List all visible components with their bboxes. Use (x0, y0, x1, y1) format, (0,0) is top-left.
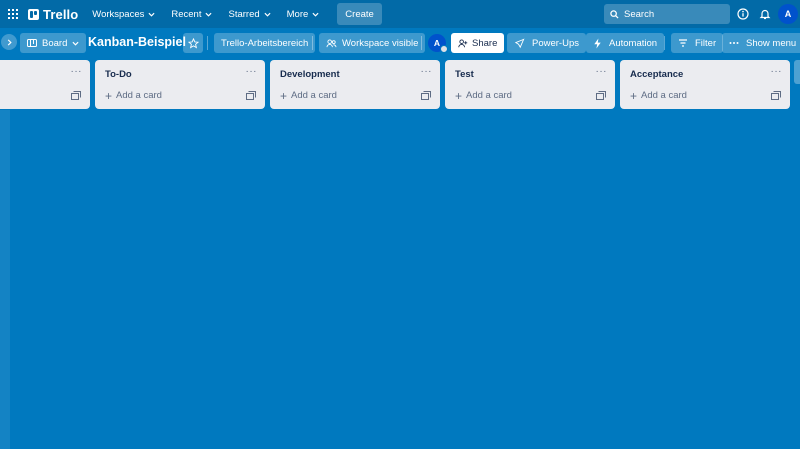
header-divider (421, 36, 422, 50)
filter-label: Filter (695, 37, 717, 49)
nav-recent[interactable]: Recent (165, 2, 218, 26)
board-view-label: Board (42, 37, 68, 49)
search-placeholder: Search (624, 8, 655, 20)
list-menu-icon[interactable]: ··· (421, 66, 433, 77)
nav-more-label: More (286, 8, 309, 20)
nav-workspaces-label: Workspaces (92, 8, 145, 20)
header-divider (664, 36, 665, 50)
logo-text: Trello (43, 6, 79, 22)
card-template-icon[interactable] (771, 91, 781, 100)
card-template-icon[interactable] (71, 91, 81, 100)
show-menu-button[interactable]: Show menu (722, 33, 800, 53)
show-menu-label: Show menu (746, 37, 797, 49)
search-input[interactable]: Search (604, 4, 730, 24)
plus-icon: + (455, 88, 463, 103)
card-template-icon[interactable] (246, 91, 256, 100)
nav-workspaces[interactable]: Workspaces (86, 2, 161, 26)
header-divider (312, 36, 313, 50)
card-template-icon[interactable] (596, 91, 606, 100)
visibility-button[interactable]: Workspace visible (319, 33, 426, 53)
add-list-partial[interactable] (794, 60, 800, 84)
workspace-button[interactable]: Trello-Arbeitsbereich (214, 33, 316, 53)
list-development: Development ··· + Add a card (270, 60, 440, 109)
list-title[interactable]: To-Do (105, 69, 132, 80)
more-horizontal-icon (729, 42, 739, 44)
list-title[interactable]: Test (455, 69, 474, 80)
share-label: Share (472, 37, 498, 49)
list-menu-icon[interactable]: ··· (71, 66, 83, 77)
filter-icon (679, 39, 687, 47)
list-title[interactable]: Development (280, 69, 340, 80)
power-ups-label: Power-Ups (532, 37, 579, 49)
add-card-button[interactable]: + Add a card (105, 88, 162, 103)
header-divider (207, 36, 208, 50)
add-card-label: Add a card (466, 90, 512, 101)
sidebar-collapsed-strip (0, 110, 10, 449)
sidebar-expand-button[interactable] (1, 34, 17, 50)
trello-logo[interactable]: Trello (28, 0, 78, 28)
list-menu-icon[interactable]: ··· (246, 66, 258, 77)
rocket-icon (514, 38, 525, 48)
trello-logo-icon (28, 8, 39, 20)
board-view-switcher[interactable]: Board (20, 33, 87, 53)
power-ups-button[interactable]: Power-Ups (507, 33, 586, 53)
info-icon[interactable] (735, 6, 751, 22)
create-button[interactable]: Create (337, 3, 382, 25)
plus-icon: + (630, 88, 638, 103)
people-icon (326, 38, 337, 47)
board-title[interactable]: Kanban-Beispiel (88, 35, 186, 49)
automation-label: Automation (609, 37, 658, 49)
list-todo: To-Do ··· + Add a card (95, 60, 265, 109)
nav-recent-label: Recent (171, 8, 202, 20)
user-avatar[interactable]: A (778, 4, 798, 24)
star-icon (187, 37, 199, 48)
chevron-down-icon (312, 12, 319, 17)
board-view-icon (27, 39, 37, 47)
add-card-label: Add a card (116, 90, 162, 101)
nav-more[interactable]: More (281, 2, 326, 26)
chevron-right-icon (7, 38, 12, 46)
search-icon (610, 9, 619, 19)
add-card-label: Add a card (291, 90, 337, 101)
list-acceptance: Acceptance ··· + Add a card (620, 60, 790, 109)
automation-button[interactable]: Automation (586, 33, 665, 53)
add-person-icon (458, 38, 468, 47)
list-title[interactable]: Acceptance (630, 69, 683, 80)
add-card-button[interactable]: + Add a card (280, 88, 337, 103)
nav-starred[interactable]: Starred (222, 2, 276, 26)
visibility-label: Workspace visible (342, 37, 419, 49)
plus-icon: + (280, 88, 288, 103)
app-switcher-icon[interactable] (0, 0, 26, 28)
plus-icon: + (105, 88, 113, 103)
card-template-icon[interactable] (421, 91, 431, 100)
chevron-down-icon (148, 12, 155, 17)
chevron-down-icon (264, 12, 271, 17)
add-card-button[interactable]: + Add a card (455, 88, 512, 103)
notification-bell-icon[interactable] (757, 6, 773, 22)
filter-button[interactable]: Filter (671, 33, 724, 53)
add-card-button[interactable]: + Add a card (630, 88, 687, 103)
list-test: Test ··· + Add a card (445, 60, 615, 109)
chevron-down-icon (205, 12, 213, 17)
nav-starred-label: Starred (228, 8, 260, 20)
list-menu-icon[interactable]: ··· (771, 66, 783, 77)
list-menu-icon[interactable]: ··· (596, 66, 608, 77)
list-partial: ··· (0, 60, 90, 109)
star-board-button[interactable] (183, 33, 203, 53)
share-button[interactable]: Share (451, 33, 505, 53)
add-card-label: Add a card (641, 90, 687, 101)
chevron-down-icon (72, 41, 79, 46)
lightning-icon (594, 37, 601, 49)
admin-badge-icon (440, 45, 448, 53)
